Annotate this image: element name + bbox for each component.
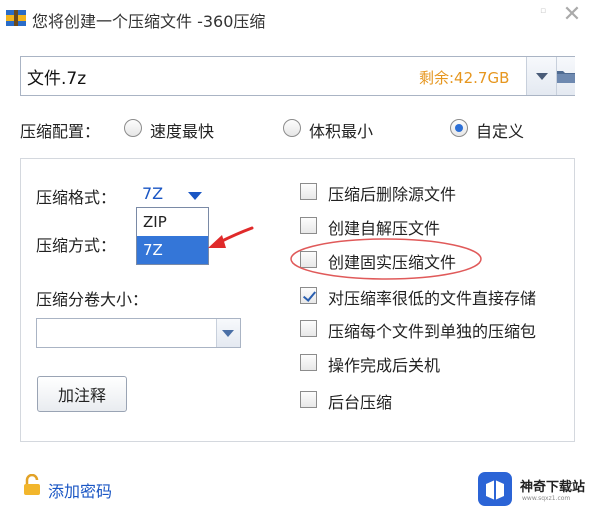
option-label: 压缩后删除源文件 xyxy=(328,185,457,204)
option-label: 压缩每个文件到单独的压缩包 xyxy=(328,322,537,341)
format-option-7z[interactable]: 7Z xyxy=(137,236,208,264)
watermark-url: www.sqxz1.com xyxy=(522,495,571,502)
annotation-highlight-ellipse xyxy=(290,238,482,280)
output-path-input[interactable] xyxy=(27,65,387,87)
option-label: 后台压缩 xyxy=(328,393,393,412)
watermark: 神奇下载站 www.sqxz1.com xyxy=(476,468,594,510)
volume-size-select[interactable] xyxy=(36,318,241,348)
volume-size-label: 压缩分卷大小： xyxy=(36,290,149,309)
lock-icon[interactable] xyxy=(22,474,42,496)
method-label: 压缩方式： xyxy=(36,236,117,255)
add-comment-button[interactable]: 加注释 xyxy=(37,376,127,412)
radio-label: 体积最小 xyxy=(309,122,374,141)
minimize-icon[interactable]: ▫ xyxy=(540,6,548,16)
format-dropdown-list: ZIP 7Z xyxy=(136,207,209,265)
option-label: 对压缩率很低的文件直接存储 xyxy=(328,289,537,308)
free-space-label: 剩余:42.7GB xyxy=(419,69,510,87)
folder-icon xyxy=(557,71,575,83)
browse-folder-button[interactable] xyxy=(556,57,575,95)
compression-config-label: 压缩配置： xyxy=(20,122,101,141)
radio-label: 速度最快 xyxy=(150,122,215,141)
volume-dropdown-button[interactable] xyxy=(216,319,240,347)
option-label: 操作完成后关机 xyxy=(328,356,441,375)
checkbox[interactable] xyxy=(300,354,317,371)
add-password-link[interactable]: 添加密码 xyxy=(48,478,112,502)
watermark-name: 神奇下载站 xyxy=(520,480,586,495)
checkbox[interactable] xyxy=(300,391,317,408)
checkbox[interactable] xyxy=(300,217,317,234)
watermark-logo-icon xyxy=(478,472,512,506)
radio-button[interactable] xyxy=(283,119,301,137)
path-history-dropdown-button[interactable] xyxy=(526,57,556,95)
chevron-down-icon[interactable] xyxy=(188,192,202,200)
archive-app-icon xyxy=(6,10,26,26)
radio-label: 自定义 xyxy=(476,122,525,141)
output-path-bar: 剩余:42.7GB xyxy=(20,56,575,96)
radio-button[interactable] xyxy=(124,119,142,137)
window-title: 您将创建一个压缩文件 -360压缩 xyxy=(32,12,266,31)
close-button[interactable]: ✕ xyxy=(552,2,592,28)
checkbox[interactable] xyxy=(300,320,317,337)
title-bar: 您将创建一个压缩文件 -360压缩 ▫ ✕ xyxy=(0,0,596,36)
annotation-arrow-icon xyxy=(208,226,254,248)
checkbox[interactable] xyxy=(300,183,317,200)
format-select-value[interactable]: 7Z xyxy=(142,184,163,203)
format-label: 压缩格式： xyxy=(36,188,117,207)
checkbox[interactable] xyxy=(300,287,317,304)
radio-button[interactable] xyxy=(450,119,468,137)
format-option-zip[interactable]: ZIP xyxy=(137,208,208,236)
